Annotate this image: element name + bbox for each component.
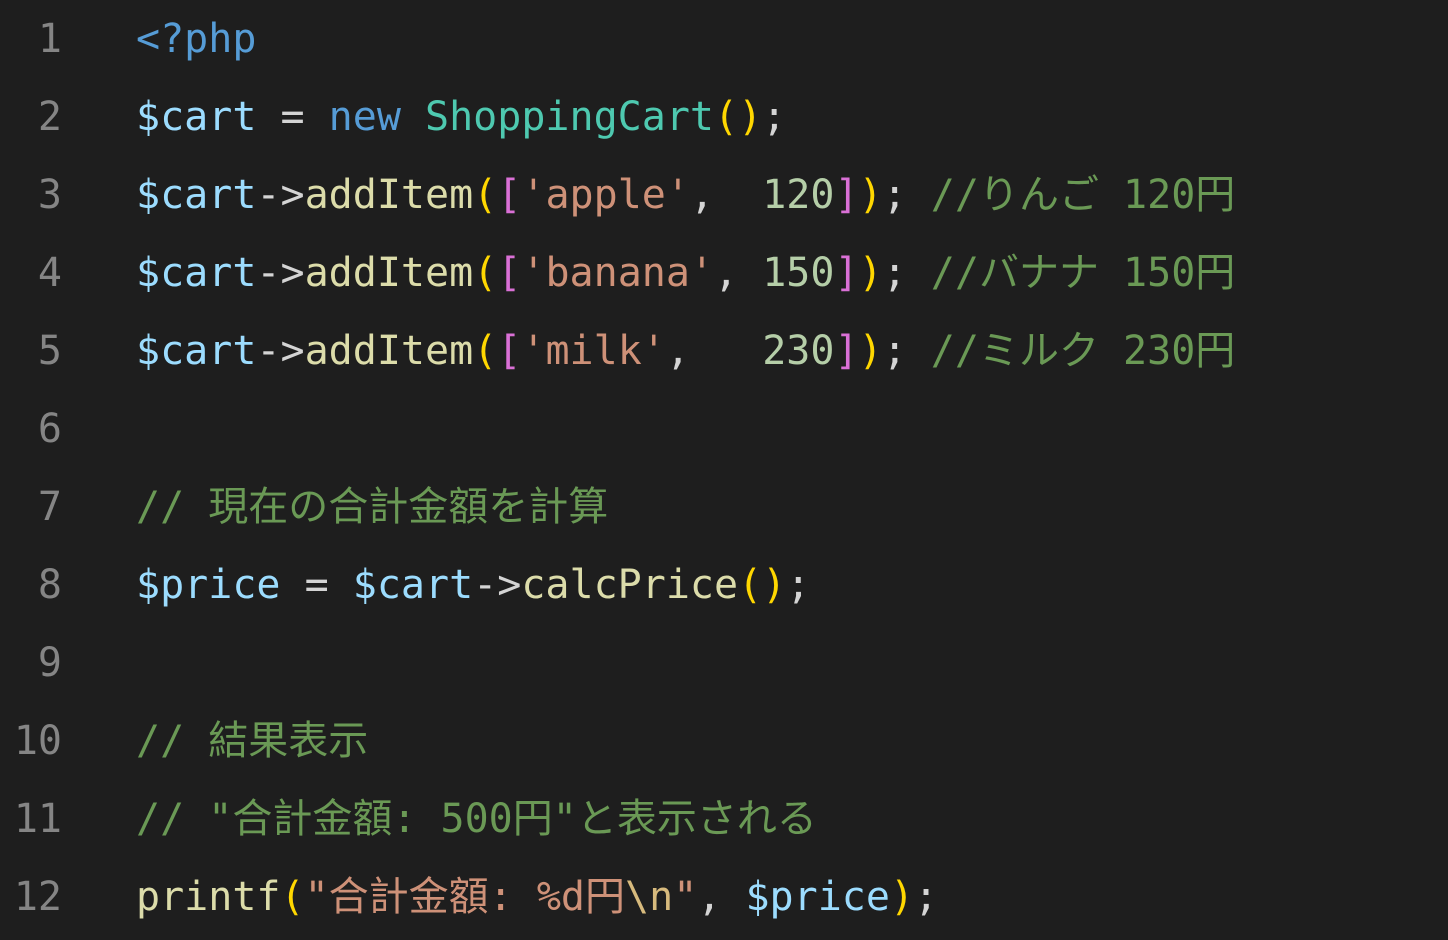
code-token-bracket-pink: [ — [497, 328, 522, 374]
line-number: 11 — [13, 796, 62, 842]
code-token-function: printf — [136, 874, 281, 920]
code-token-string: 'apple' — [521, 172, 690, 218]
code-token-variable: $cart — [136, 94, 257, 140]
code-token-function: addItem — [304, 250, 474, 296]
code-token-bracket-pink: ] — [834, 328, 859, 374]
code-token-operator: ; — [882, 172, 931, 218]
code-line[interactable]: 2 $cart = new ShoppingCart(); — [0, 78, 1448, 156]
code-token-operator: ; — [786, 562, 811, 608]
code-line[interactable]: 12 printf("合計金額: %d円\n", $price); — [0, 858, 1448, 936]
code-line[interactable]: 7 // 現在の合計金額を計算 — [0, 468, 1448, 546]
line-number: 3 — [37, 172, 62, 218]
code-token-variable: $price — [136, 562, 281, 608]
code-token-operator: , — [665, 328, 763, 374]
code-content: $price = $cart->calcPrice(); — [136, 546, 810, 624]
code-token-bracket-yellow: ( — [280, 874, 305, 920]
code-token-comment: // 結果表示 — [136, 718, 369, 764]
code-content: // 結果表示 — [136, 702, 368, 780]
code-token-variable: $cart — [136, 328, 257, 374]
code-token-variable: $price — [745, 874, 890, 920]
code-token-operator: = — [280, 562, 353, 608]
code-token-comment: //ミルク 230円 — [930, 328, 1236, 374]
code-line[interactable]: 5 $cart->addItem(['milk', 230]); //ミルク 23… — [0, 312, 1448, 390]
line-number: 2 — [37, 94, 62, 140]
code-token-keyword: <?php — [136, 16, 257, 62]
code-content: $cart->addItem(['apple', 120]); //りんご 12… — [136, 156, 1235, 234]
code-content: // "合計金額: 500円"と表示される — [136, 780, 817, 858]
code-content: $cart->addItem(['milk', 230]); //ミルク 230… — [136, 312, 1235, 390]
code-token-string: 'banana' — [521, 250, 715, 296]
code-token-bracket-yellow: ) — [858, 250, 883, 296]
code-token-function: calcPrice — [521, 562, 739, 608]
code-content: $cart = new ShoppingCart(); — [136, 78, 786, 156]
code-token-comment: // "合計金額: 500円"と表示される — [136, 796, 817, 842]
code-token-operator: ; — [882, 328, 931, 374]
code-token-operator — [401, 94, 425, 140]
code-token-comment: //バナナ 150円 — [930, 250, 1236, 296]
code-token-bracket-yellow: ) — [889, 874, 915, 920]
code-token-operator: ; — [914, 874, 939, 920]
code-token-number: 120 — [762, 172, 835, 218]
code-line[interactable]: 1 <?php — [0, 0, 1448, 78]
code-token-number: 150 — [762, 250, 835, 296]
code-token-operator: , — [697, 874, 746, 920]
code-token-bracket-yellow: ( — [473, 172, 498, 218]
code-token-bracket-pink: ] — [834, 250, 859, 296]
line-number: 9 — [37, 640, 62, 686]
code-token-string: 'milk' — [521, 328, 666, 374]
code-token-number: 230 — [762, 328, 835, 374]
code-token-operator: ; — [882, 250, 931, 296]
code-content: // 現在の合計金額を計算 — [136, 468, 608, 546]
code-token-variable: $cart — [136, 172, 257, 218]
line-number: 7 — [37, 484, 62, 530]
code-token-operator: ; — [762, 94, 787, 140]
code-token-variable: $cart — [352, 562, 474, 608]
code-token-bracket-yellow: ( — [473, 328, 498, 374]
code-content: <?php — [136, 0, 256, 78]
code-token-operator: -> — [473, 562, 522, 608]
code-content: $cart->addItem(['banana', 150]); //バナナ 1… — [136, 234, 1235, 312]
code-line[interactable]: 3 $cart->addItem(['apple', 120]); //りんご 1… — [0, 156, 1448, 234]
code-content: printf("合計金額: %d円\n", $price); — [136, 858, 938, 936]
code-token-comment: //りんご 120円 — [930, 172, 1236, 218]
code-token-variable: $cart — [136, 250, 257, 296]
code-token-bracket-yellow: () — [738, 562, 787, 608]
code-token-function: addItem — [304, 328, 474, 374]
code-token-bracket-pink: [ — [497, 250, 522, 296]
code-token-bracket-yellow: ) — [858, 328, 883, 374]
code-token-comment: // 現在の合計金額を計算 — [136, 484, 609, 530]
code-token-operator: -> — [256, 328, 305, 374]
line-number: 1 — [37, 16, 62, 62]
code-line[interactable]: 9 — [0, 624, 1448, 702]
line-number: 5 — [37, 328, 62, 374]
code-token-operator: , — [689, 172, 763, 218]
code-token-bracket-yellow: () — [714, 94, 763, 140]
line-number: 10 — [13, 718, 62, 764]
line-number: 6 — [37, 406, 62, 452]
code-token-bracket-yellow: ( — [473, 250, 498, 296]
code-token-function: addItem — [304, 172, 474, 218]
code-token-bracket-yellow: ) — [858, 172, 883, 218]
code-line[interactable]: 6 — [0, 390, 1448, 468]
line-number: 12 — [13, 874, 62, 920]
line-number: 8 — [37, 562, 62, 608]
line-number: 4 — [37, 250, 62, 296]
code-token-class: ShoppingCart — [425, 94, 714, 140]
code-token-escape: \n — [625, 874, 674, 920]
code-token-operator: -> — [256, 172, 305, 218]
code-token-operator: -> — [256, 250, 305, 296]
code-token-keyword: new — [328, 94, 401, 140]
code-token-string: "合計金額: %d円 — [304, 874, 626, 920]
code-line[interactable]: 8 $price = $cart->calcPrice(); — [0, 546, 1448, 624]
code-line[interactable]: 4 $cart->addItem(['banana', 150]); //バナナ … — [0, 234, 1448, 312]
code-editor[interactable]: 1 <?php 2 $cart = new ShoppingCart(); 3 $cart… — [0, 0, 1448, 940]
code-token-operator: = — [256, 94, 329, 140]
code-token-string: " — [673, 874, 698, 920]
code-line[interactable]: 10 // 結果表示 — [0, 702, 1448, 780]
code-token-bracket-pink: [ — [497, 172, 522, 218]
code-token-operator: , — [714, 250, 763, 296]
code-token-bracket-pink: ] — [834, 172, 859, 218]
code-line[interactable]: 11 // "合計金額: 500円"と表示される — [0, 780, 1448, 858]
